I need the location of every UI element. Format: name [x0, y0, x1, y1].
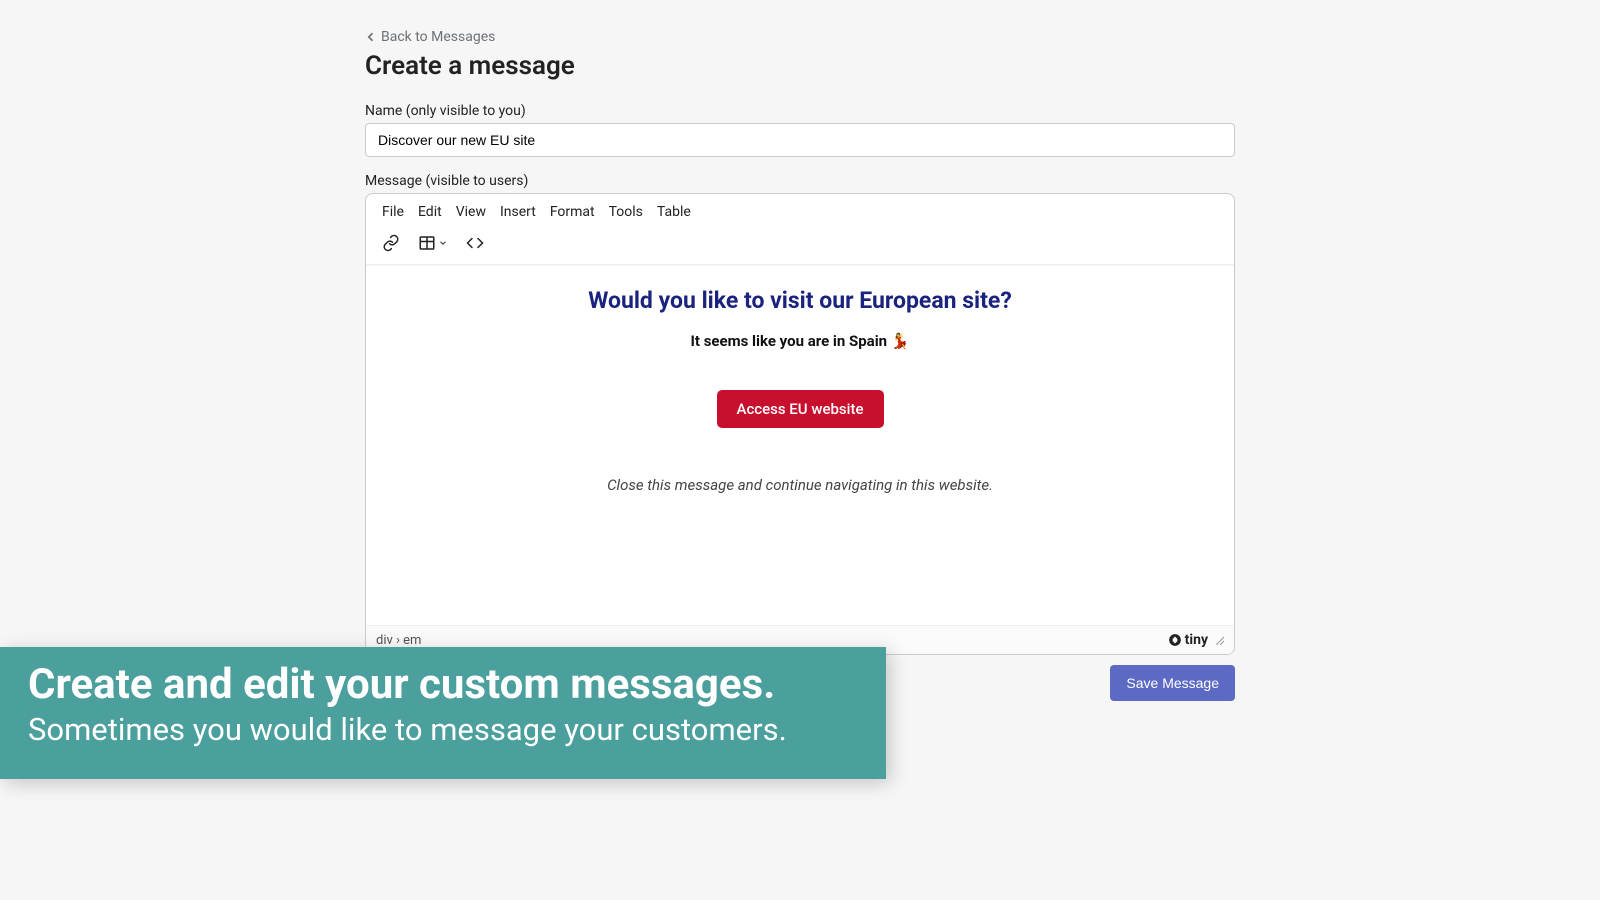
content-footnote: Close this message and continue navigati… — [390, 476, 1210, 494]
source-code-button[interactable] — [464, 232, 486, 254]
editor-content-area[interactable]: Would you like to visit our European sit… — [366, 265, 1234, 625]
save-message-button[interactable]: Save Message — [1110, 665, 1235, 701]
resize-handle[interactable] — [1214, 635, 1224, 645]
resize-grip-icon — [1214, 635, 1224, 645]
menu-file[interactable]: File — [382, 204, 404, 220]
menu-table[interactable]: Table — [657, 204, 691, 220]
menu-insert[interactable]: Insert — [500, 204, 536, 220]
name-field-label: Name (only visible to you) — [365, 103, 1235, 119]
link-icon — [382, 234, 400, 252]
menu-tools[interactable]: Tools — [609, 204, 643, 220]
table-icon — [418, 234, 436, 252]
back-link-label: Back to Messages — [381, 29, 495, 45]
content-headline: Would you like to visit our European sit… — [390, 287, 1210, 314]
content-subline: It seems like you are in Spain 💃 — [390, 332, 1210, 350]
editor-menubar: File Edit View Insert Format Tools Table — [366, 194, 1234, 228]
message-field-label: Message (visible to users) — [365, 173, 1235, 189]
promo-overlay: Create and edit your custom messages. So… — [0, 647, 886, 779]
menu-view[interactable]: View — [456, 204, 486, 220]
editor-toolbar — [366, 228, 1234, 265]
chevron-down-icon — [438, 238, 448, 248]
tinymce-brand[interactable]: tiny — [1168, 632, 1208, 648]
name-input[interactable] — [365, 123, 1235, 157]
tiny-logo-icon — [1168, 633, 1182, 647]
code-icon — [466, 234, 484, 252]
back-to-messages-link[interactable]: Back to Messages — [365, 29, 495, 45]
chevron-left-icon — [365, 31, 377, 43]
rich-text-editor: File Edit View Insert Format Tools Table… — [365, 193, 1235, 655]
editor-element-path[interactable]: div › em — [376, 633, 421, 648]
overlay-subtitle: Sometimes you would like to message your… — [28, 711, 858, 748]
content-cta-button[interactable]: Access EU website — [717, 390, 884, 428]
insert-table-button[interactable] — [418, 232, 448, 254]
page-title: Create a message — [365, 51, 1235, 81]
menu-edit[interactable]: Edit — [418, 204, 442, 220]
insert-link-button[interactable] — [380, 232, 402, 254]
main-container: Back to Messages Create a message Name (… — [365, 0, 1235, 701]
overlay-title: Create and edit your custom messages. — [28, 661, 858, 709]
menu-format[interactable]: Format — [550, 204, 595, 220]
